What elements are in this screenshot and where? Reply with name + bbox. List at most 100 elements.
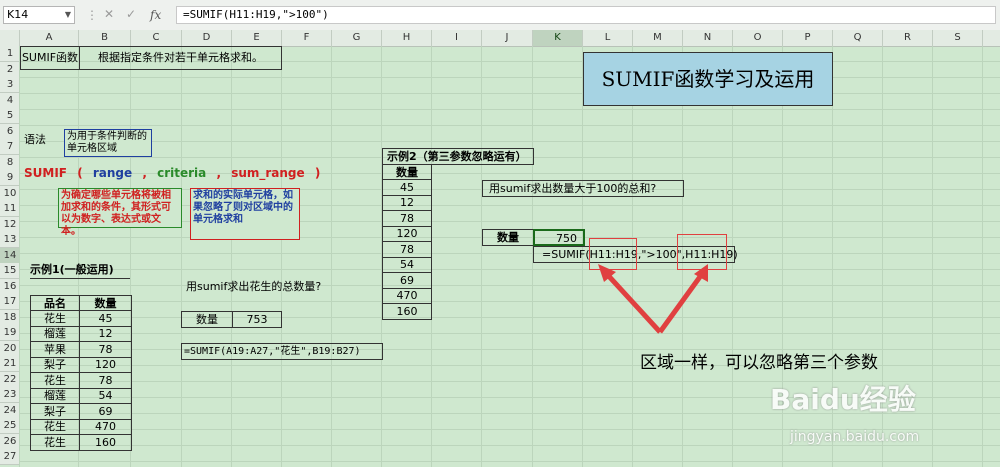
row-header-10[interactable]: 10 (0, 185, 20, 202)
example2-cell-qty[interactable]: 78 (382, 241, 432, 258)
row-header-8[interactable]: 8 (0, 154, 20, 171)
example2-cell-qty[interactable]: 45 (382, 179, 432, 196)
row-header-26[interactable]: 26 (0, 433, 20, 450)
example2-header-qty[interactable]: 数量 (382, 164, 432, 180)
column-header-E[interactable]: E (232, 30, 282, 46)
check-icon[interactable]: ✓ (126, 7, 136, 21)
column-header-N[interactable]: N (683, 30, 733, 46)
column-header-B[interactable]: B (79, 30, 131, 46)
row-header-18[interactable]: 18 (0, 309, 20, 326)
example1-cell-name[interactable]: 花生 (30, 310, 80, 327)
column-header-L[interactable]: L (583, 30, 633, 46)
row-header-25[interactable]: 25 (0, 418, 20, 434)
chevron-down-icon[interactable]: ▼ (65, 7, 71, 23)
row-header-23[interactable]: 23 (0, 387, 20, 403)
row-header-3[interactable]: 3 (0, 77, 20, 93)
column-header-O[interactable]: O (733, 30, 783, 46)
example1-cell-qty[interactable]: 470 (79, 419, 132, 435)
example2-result-label[interactable]: 数量 (482, 229, 534, 246)
title-banner[interactable]: SUMIF函数学习及运用 (583, 52, 833, 106)
syntax-comma-1: , (142, 166, 147, 180)
example1-cell-qty[interactable]: 12 (79, 326, 132, 342)
example2-cell-qty[interactable]: 69 (382, 272, 432, 289)
example1-title[interactable]: 示例1(一般运用) (30, 262, 130, 279)
cancel-icon[interactable]: ✕ (104, 7, 114, 21)
example1-cell-qty[interactable]: 120 (79, 357, 132, 373)
example1-header-qty[interactable]: 数量 (79, 295, 132, 311)
row-header-4[interactable]: 4 (0, 92, 20, 109)
column-header-Q[interactable]: Q (833, 30, 883, 46)
row-header-22[interactable]: 22 (0, 371, 20, 388)
example1-cell-qty[interactable]: 54 (79, 388, 132, 404)
row-header-27[interactable]: 27 (0, 449, 20, 465)
row-header-21[interactable]: 21 (0, 356, 20, 372)
example2-cell-qty[interactable]: 54 (382, 257, 432, 273)
sumif-description-cell[interactable]: 根据指定条件对若干单元格求和。 (79, 46, 282, 70)
example1-cell-name[interactable]: 苹果 (30, 341, 80, 358)
sumif-label-cell[interactable]: SUMIF函数 (20, 46, 80, 70)
column-header-K[interactable]: K (533, 30, 583, 46)
row-header-13[interactable]: 13 (0, 232, 20, 248)
column-header-bar: ABCDEFGHIJKLMNOPQRS (0, 30, 1000, 47)
insert-function-icon[interactable]: fx (150, 8, 161, 22)
column-header-A[interactable]: A (20, 30, 79, 46)
example2-cell-qty[interactable]: 160 (382, 303, 432, 320)
column-header-S[interactable]: S (933, 30, 983, 46)
column-header-F[interactable]: F (282, 30, 332, 46)
example2-cell-qty[interactable]: 78 (382, 210, 432, 227)
row-header-15[interactable]: 15 (0, 263, 20, 279)
example1-cell-qty[interactable]: 69 (79, 403, 132, 420)
example1-cell-name[interactable]: 花生 (30, 434, 80, 451)
example1-cell-qty[interactable]: 78 (79, 372, 132, 389)
column-header-I[interactable]: I (432, 30, 482, 46)
example2-result-value[interactable]: 750 (533, 229, 585, 246)
row-header-14[interactable]: 14 (0, 247, 20, 264)
example1-cell-name[interactable]: 梨子 (30, 357, 80, 373)
row-header-1[interactable]: 1 (0, 46, 20, 62)
example1-result-value[interactable]: 753 (232, 311, 282, 328)
example1-cell-name[interactable]: 榴莲 (30, 326, 80, 342)
column-header-J[interactable]: J (482, 30, 533, 46)
select-all-corner[interactable] (0, 30, 20, 46)
example1-header-name[interactable]: 品名 (30, 295, 80, 311)
row-header-11[interactable]: 11 (0, 201, 20, 217)
example1-cell-name[interactable]: 梨子 (30, 403, 80, 420)
example1-formula[interactable]: =SUMIF(A19:A27,"花生",B19:B27) (181, 343, 383, 360)
example2-question[interactable]: 用sumif求出数量大于100的总和? (482, 180, 684, 197)
example1-question[interactable]: 用sumif求出花生的总数量? (186, 279, 321, 295)
row-header-19[interactable]: 19 (0, 325, 20, 341)
column-header-H[interactable]: H (382, 30, 432, 46)
row-header-7[interactable]: 7 (0, 139, 20, 155)
example1-cell-qty[interactable]: 45 (79, 310, 132, 327)
column-header-C[interactable]: C (131, 30, 182, 46)
row-header-16[interactable]: 16 (0, 278, 20, 295)
row-header-6[interactable]: 6 (0, 123, 20, 140)
row-header-5[interactable]: 5 (0, 108, 20, 124)
column-header-D[interactable]: D (182, 30, 232, 46)
example2-cell-qty[interactable]: 12 (382, 195, 432, 211)
row-header-9[interactable]: 9 (0, 170, 20, 186)
example1-cell-qty[interactable]: 78 (79, 341, 132, 358)
row-header-24[interactable]: 24 (0, 402, 20, 419)
column-header-G[interactable]: G (332, 30, 382, 46)
row-header-12[interactable]: 12 (0, 216, 20, 233)
row-header-17[interactable]: 17 (0, 294, 20, 310)
example1-cell-qty[interactable]: 160 (79, 434, 132, 451)
column-header-P[interactable]: P (783, 30, 833, 46)
example2-title[interactable]: 示例2（第三参数忽略运有） (382, 148, 534, 165)
column-header-R[interactable]: R (883, 30, 933, 46)
example1-cell-name[interactable]: 花生 (30, 372, 80, 389)
column-header-M[interactable]: M (633, 30, 683, 46)
example2-cell-qty[interactable]: 470 (382, 288, 432, 304)
name-box[interactable]: K14 ▼ (3, 6, 75, 24)
row-header-20[interactable]: 20 (0, 340, 20, 357)
example1-result-label[interactable]: 数量 (181, 311, 233, 328)
row-header-2[interactable]: 2 (0, 61, 20, 78)
drag-handle-icon[interactable]: ⋮ (86, 8, 98, 22)
example1-cell-name[interactable]: 花生 (30, 419, 80, 435)
example1-cell-name[interactable]: 榴莲 (30, 388, 80, 404)
formula-input[interactable]: =SUMIF(H11:H19,">100") (176, 6, 996, 24)
example2-cell-qty[interactable]: 120 (382, 226, 432, 242)
grid-vline (281, 46, 282, 467)
formula-bar: K14 ▼ ⋮ ✕ ✓ fx =SUMIF(H11:H19,">100") (0, 0, 1000, 31)
